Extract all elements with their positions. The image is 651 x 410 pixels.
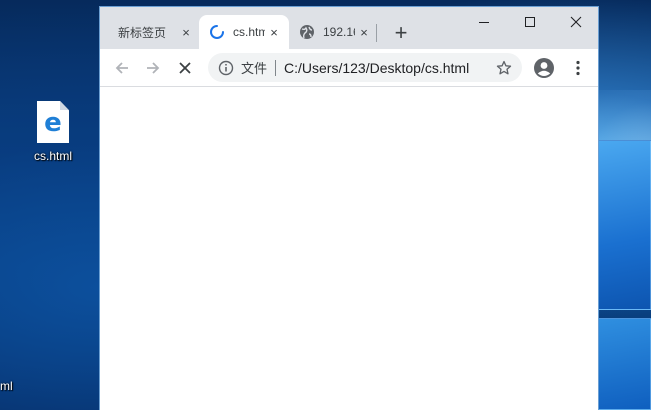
browser-menu-button[interactable] — [566, 56, 590, 80]
tab-close-icon[interactable]: × — [355, 23, 373, 41]
tab-title: 192.168.1.1 — [323, 25, 355, 39]
tab-new-tab-page[interactable]: 新标签页 × — [108, 15, 201, 49]
tab-title: 新标签页 — [118, 25, 167, 40]
close-icon — [570, 16, 582, 28]
tab-title: cs.html — [233, 25, 265, 39]
forward-button[interactable] — [141, 56, 165, 80]
edge-html-file-icon: e — [37, 101, 69, 143]
stop-loading-button[interactable] — [173, 56, 197, 80]
desktop-icon-label-partial[interactable]: ml — [0, 379, 13, 393]
maximize-icon — [525, 17, 535, 27]
bookmark-button[interactable] — [492, 56, 516, 80]
profile-button[interactable] — [532, 56, 556, 80]
star-outline-icon — [496, 60, 512, 74]
arrow-right-icon — [147, 62, 160, 74]
new-tab-button[interactable]: + — [389, 20, 413, 45]
arrow-left-icon — [115, 62, 128, 74]
address-bar[interactable]: 文件 C:/Users/123/Desktop/cs.html — [208, 53, 522, 82]
maximize-button[interactable] — [507, 7, 553, 37]
loading-spinner-icon — [210, 25, 224, 39]
wallpaper-windows-logo-pane — [598, 318, 651, 410]
tab-separator — [376, 24, 377, 42]
omnibox-divider — [275, 59, 277, 76]
browser-toolbar: 文件 C:/Users/123/Desktop/cs.html — [100, 49, 598, 87]
scheme-label: 文件 — [241, 61, 268, 76]
stop-x-icon — [179, 62, 191, 74]
tab-router[interactable]: 192.168.1.1 × — [289, 15, 379, 49]
minimize-icon — [479, 22, 489, 23]
tab-cs-html[interactable]: cs.html × — [199, 15, 289, 49]
account-circle-icon — [534, 58, 554, 78]
browser-window: 新标签页 × cs.html × 192.168.1.1 × + — [99, 6, 599, 410]
desktop-icon-label: cs.html — [33, 149, 72, 163]
info-icon[interactable] — [218, 60, 234, 76]
page-viewport[interactable] — [100, 87, 598, 410]
globe-icon — [300, 25, 314, 39]
kebab-menu-icon — [576, 60, 580, 76]
wallpaper-windows-logo-pane — [598, 140, 651, 310]
close-window-button[interactable] — [553, 7, 598, 37]
desktop-icon-cs-html[interactable]: e cs.html — [18, 101, 88, 163]
url-text[interactable]: C:/Users/123/Desktop/cs.html — [284, 60, 492, 76]
minimize-button[interactable] — [461, 7, 507, 37]
tab-close-icon[interactable]: × — [177, 23, 195, 41]
tab-strip: 新标签页 × cs.html × 192.168.1.1 × + — [100, 7, 598, 49]
tab-close-icon[interactable]: × — [265, 23, 283, 41]
back-button[interactable] — [110, 56, 134, 80]
